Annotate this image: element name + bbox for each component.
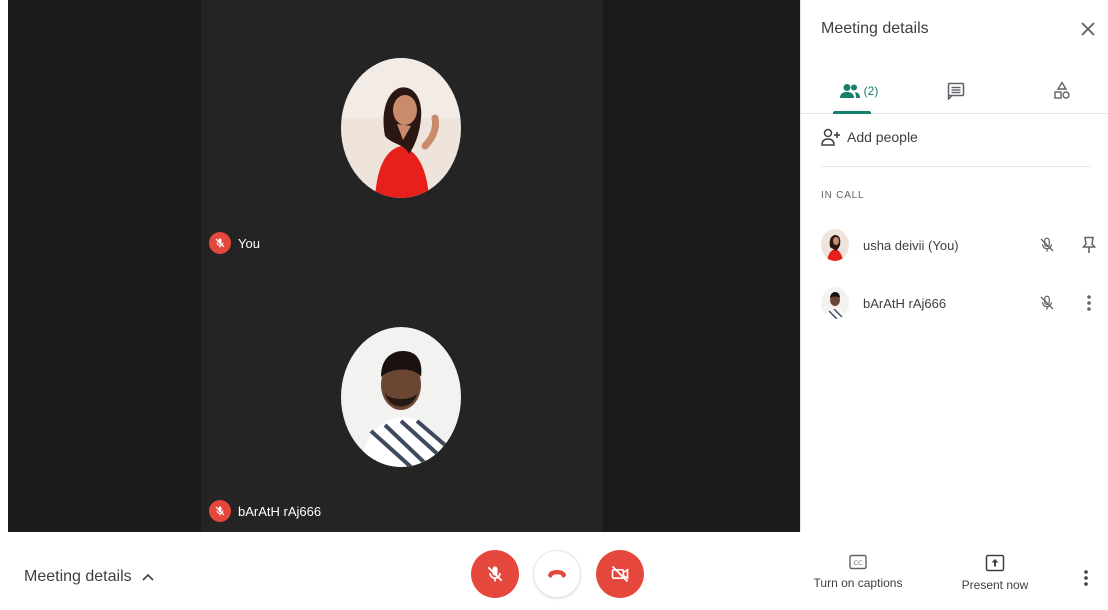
- mic-off-icon: [1035, 291, 1059, 315]
- turn-on-captions-button[interactable]: CC Turn on captions: [812, 554, 904, 590]
- add-people-label: Add people: [847, 129, 918, 145]
- add-person-icon: [821, 128, 840, 146]
- more-vert-icon: [1084, 570, 1088, 586]
- video-tile-you: You: [201, 0, 603, 266]
- tab-activities[interactable]: [1037, 68, 1087, 114]
- chevron-up-icon: [142, 573, 154, 581]
- avatar-you: [341, 58, 461, 198]
- avatar-barath: [341, 327, 461, 467]
- tab-people[interactable]: (2): [819, 68, 899, 114]
- chat-icon: [947, 82, 965, 100]
- close-icon: [1081, 22, 1095, 36]
- participant-grid: You bArAtH rAj666: [201, 0, 603, 532]
- video-stage: You bArAtH rAj666: [8, 0, 800, 532]
- mic-off-icon: [209, 500, 231, 522]
- present-screen-icon: [985, 554, 1005, 572]
- camera-off-icon: [611, 565, 629, 583]
- captions-label: Turn on captions: [813, 576, 903, 590]
- participant-row: bArAtH rAj666: [821, 283, 1101, 323]
- participant-name: bArAtH rAj666: [863, 295, 947, 311]
- microphone-toggle-button[interactable]: [471, 550, 519, 598]
- people-icon: [839, 84, 860, 98]
- participant-count: (2): [863, 84, 879, 98]
- tile-label-you: You: [209, 232, 260, 254]
- avatar: [821, 229, 849, 261]
- in-call-heading: IN CALL: [821, 190, 865, 201]
- active-tab-indicator: [833, 111, 871, 114]
- meeting-details-panel: Meeting details (2) Add people IN CALL u…: [800, 0, 1108, 532]
- tile-name: You: [238, 235, 260, 251]
- camera-toggle-button[interactable]: [596, 550, 644, 598]
- mic-off-icon: [487, 566, 503, 582]
- panel-tabs: (2): [801, 68, 1108, 114]
- present-now-button[interactable]: Present now: [955, 554, 1035, 592]
- participant-more-button[interactable]: [1077, 291, 1101, 315]
- mic-off-icon: [1035, 233, 1059, 257]
- panel-title: Meeting details: [821, 20, 929, 37]
- more-options-button[interactable]: [1076, 564, 1096, 592]
- meeting-details-toggle[interactable]: Meeting details: [24, 568, 154, 586]
- closed-captions-icon: CC: [849, 554, 867, 570]
- leave-call-button[interactable]: [533, 550, 581, 598]
- participant-row: usha deivii (You): [821, 225, 1101, 265]
- meet-window: You bArAtH rAj666 Meeting details (2) Ad…: [0, 0, 1108, 610]
- avatar: [821, 287, 849, 319]
- tile-label-barath: bArAtH rAj666: [209, 500, 321, 522]
- tab-chat[interactable]: [931, 68, 981, 114]
- close-panel-button[interactable]: [1077, 18, 1099, 40]
- pin-icon: [1081, 236, 1097, 253]
- meeting-details-label: Meeting details: [24, 568, 132, 585]
- mic-off-icon: [209, 232, 231, 254]
- hang-up-icon: [548, 570, 566, 578]
- more-vert-icon: [1087, 295, 1091, 311]
- participant-name: usha deivii (You): [863, 237, 959, 253]
- add-people-button[interactable]: Add people: [821, 128, 918, 146]
- present-label: Present now: [961, 578, 1029, 592]
- svg-text:CC: CC: [853, 559, 863, 567]
- activities-icon: [1054, 81, 1070, 99]
- tile-name: bArAtH rAj666: [238, 503, 322, 519]
- pin-participant-button[interactable]: [1077, 233, 1101, 257]
- bottom-toolbar: Meeting details CC Turn on captions Pres…: [0, 532, 1108, 610]
- video-tile-barath: bArAtH rAj666: [201, 266, 603, 532]
- divider: [821, 166, 1091, 167]
